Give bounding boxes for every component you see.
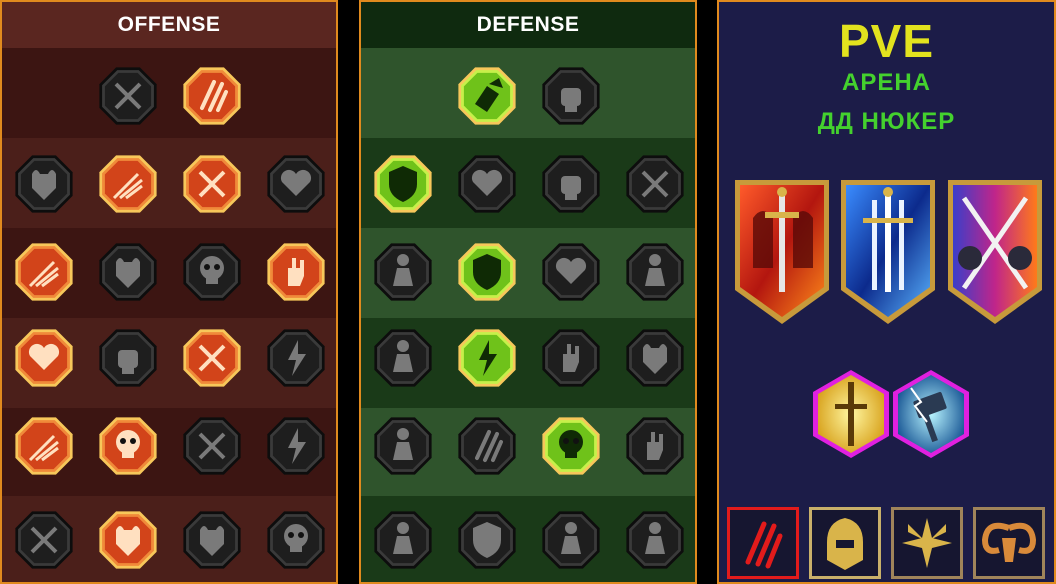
axe-strike-icon[interactable] xyxy=(180,326,244,390)
mode-title: PVE xyxy=(838,15,935,67)
armor-scales-icon[interactable] xyxy=(455,64,519,128)
mode-line-role: ДД НЮКЕР xyxy=(817,108,956,135)
broken-heart-icon[interactable] xyxy=(264,152,328,216)
crowned-warrior-icon[interactable] xyxy=(371,508,435,572)
arrow-hit-figure-icon[interactable] xyxy=(12,240,76,304)
build-info-panel: PVE АРЕНА ДД НЮКЕР xyxy=(717,0,1056,584)
demon-figure-icon[interactable] xyxy=(12,152,76,216)
lightning-chain-icon[interactable] xyxy=(264,326,328,390)
shocked-figure-icon[interactable] xyxy=(264,414,328,478)
ram-horns-emblem-icon[interactable] xyxy=(973,507,1045,579)
bleeding-heart-icon[interactable] xyxy=(12,326,76,390)
cheering-crowd-icon[interactable] xyxy=(371,326,435,390)
star-burst-emblem-icon[interactable] xyxy=(891,507,963,579)
arrow-volley-icon[interactable] xyxy=(12,414,76,478)
talon-claws-icon[interactable] xyxy=(455,414,519,478)
offense-title: OFFENSE xyxy=(2,2,336,48)
triple-arrows-icon[interactable] xyxy=(96,152,160,216)
hooded-head-icon[interactable] xyxy=(623,240,687,304)
sparkle-slash-icon[interactable] xyxy=(12,508,76,572)
swirling-hand-icon[interactable] xyxy=(623,414,687,478)
healer-figure-icon[interactable] xyxy=(371,240,435,304)
armored-heart-icon[interactable] xyxy=(455,152,519,216)
crossed-blades-icon[interactable] xyxy=(623,152,687,216)
golden-knight-portrait-icon[interactable] xyxy=(809,507,881,579)
defense-row-band xyxy=(361,48,695,138)
defense-panel: DEFENSE xyxy=(359,0,697,584)
lightning-hammer-gem-icon[interactable] xyxy=(891,368,971,460)
fanged-maw-icon[interactable] xyxy=(96,240,160,304)
offense-row-band xyxy=(2,48,336,138)
strongman-icon[interactable] xyxy=(623,508,687,572)
grabbing-hand-icon[interactable] xyxy=(264,240,328,304)
golden-sword-gem-icon[interactable] xyxy=(811,368,891,460)
open-palm-icon[interactable] xyxy=(539,326,603,390)
claw-slash-icon[interactable] xyxy=(180,64,244,128)
skull-cloak-icon[interactable] xyxy=(180,240,244,304)
stone-golem-icon[interactable] xyxy=(539,152,603,216)
sword-circle-icon[interactable] xyxy=(180,414,244,478)
defense-title: DEFENSE xyxy=(361,2,695,48)
offense-panel: OFFENSE xyxy=(0,0,338,584)
dashing-figure-icon[interactable] xyxy=(371,414,435,478)
burning-knight-icon[interactable] xyxy=(96,508,160,572)
horned-beast-icon[interactable] xyxy=(180,508,244,572)
raised-fist-icon[interactable] xyxy=(539,64,603,128)
hourglass-sun-icon[interactable] xyxy=(455,326,519,390)
helmed-warrior-icon[interactable] xyxy=(539,508,603,572)
crossed-swords-icon[interactable] xyxy=(96,64,160,128)
radiant-skull-icon[interactable] xyxy=(539,414,603,478)
winged-shield-icon[interactable] xyxy=(455,508,519,572)
blue-triple-swords-banner-icon[interactable] xyxy=(839,178,937,326)
knight-shield-icon[interactable] xyxy=(455,240,519,304)
crossed-swords-duel-banner-icon[interactable] xyxy=(946,178,1044,326)
red-claw-marks-icon[interactable] xyxy=(727,507,799,579)
spiked-skull-icon[interactable] xyxy=(264,508,328,572)
red-knight-sword-banner-icon[interactable] xyxy=(733,178,831,326)
mode-line-arena: АРЕНА xyxy=(841,69,931,96)
flaming-skulls-icon[interactable] xyxy=(96,414,160,478)
fist-hammer-icon[interactable] xyxy=(96,326,160,390)
chevron-shield-icon[interactable] xyxy=(371,152,435,216)
heart-skull-icon[interactable] xyxy=(539,240,603,304)
bull-head-icon[interactable] xyxy=(623,326,687,390)
blade-burst-icon[interactable] xyxy=(180,152,244,216)
